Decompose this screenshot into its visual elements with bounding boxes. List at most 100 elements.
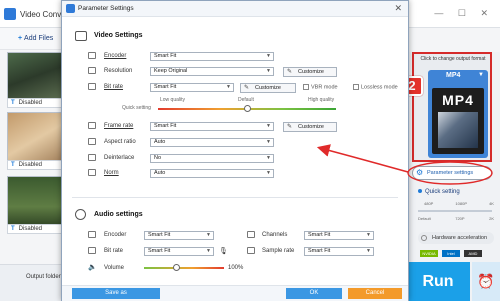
speaker-icon: 🔈: [88, 264, 97, 271]
chevron-down-icon: ▼: [206, 248, 211, 254]
disabled-label: Disabled: [18, 226, 43, 232]
video-encoder-select[interactable]: Smart Fit ▼: [150, 52, 274, 61]
mp4-logo-text: MP4: [442, 92, 474, 108]
chevron-down-icon: ▼: [366, 232, 371, 238]
resolution-select[interactable]: Keep Original ▼: [150, 67, 274, 76]
app-logo-icon: [4, 8, 16, 20]
volume-label: Volume: [104, 265, 125, 271]
subtitle-icon: T: [11, 100, 15, 106]
select-value: Auto: [154, 139, 166, 145]
parameter-settings-dialog: Parameter Settings ✕ Video Settings Enco…: [61, 0, 409, 301]
quality-slider-knob[interactable]: [244, 105, 251, 112]
cancel-button[interactable]: Cancel: [348, 288, 402, 299]
close-icon[interactable]: ✕: [394, 3, 402, 14]
amd-badge: AMD: [464, 250, 482, 257]
chevron-down-icon: ▼: [266, 155, 271, 161]
subtitle-icon: T: [11, 226, 15, 232]
norm-select[interactable]: Auto ▼: [150, 169, 274, 178]
bitrate-icon: [88, 83, 96, 90]
volume-value: 100%: [228, 265, 244, 271]
chevron-down-icon[interactable]: ▼: [478, 72, 484, 78]
output-format-name: MP4: [446, 72, 461, 79]
norm-icon: [88, 169, 96, 176]
chevron-down-icon: ▼: [266, 139, 271, 145]
subtitle-disabled-row[interactable]: T Disabled: [7, 98, 63, 108]
audio-bitrate-icon: [88, 247, 96, 254]
intel-badge: Intel: [442, 250, 460, 257]
dot-icon: [418, 189, 422, 193]
subtitle-disabled-row[interactable]: T Disabled: [7, 160, 63, 170]
deinterlace-select[interactable]: No ▼: [150, 154, 274, 163]
resolution-customize-button[interactable]: ✎ Customize: [283, 67, 337, 77]
quick-setting-label: Quick setting: [122, 105, 151, 111]
sample-rate-icon: [247, 247, 255, 254]
chevron-down-icon: ▼: [266, 170, 271, 176]
qs-label: 4K: [489, 201, 494, 206]
pencil-icon: ✎: [287, 69, 293, 75]
hardware-acceleration-toggle[interactable]: Hardware acceleration: [418, 232, 494, 244]
qs-label: 720P: [455, 216, 465, 221]
sample-rate-select[interactable]: Smart Fit ▼: [304, 247, 374, 256]
select-value: Auto: [154, 170, 166, 176]
audio-encoder-select[interactable]: Smart Fit ▼: [144, 231, 214, 240]
frame-rate-label: Frame rate: [104, 123, 134, 129]
resolution-label: Resolution: [104, 68, 133, 74]
save-as-button[interactable]: Save as: [72, 288, 160, 299]
vbr-mode-label: VBR mode: [311, 84, 338, 91]
audio-encoder-label: Encoder: [104, 232, 127, 238]
window-buttons[interactable]: — ☐ ✕: [434, 8, 494, 19]
dialog-titlebar: Parameter Settings ✕: [62, 1, 408, 17]
chevron-down-icon: ▼: [366, 248, 371, 254]
section-divider: [72, 197, 398, 198]
quick-setting-heading: Quick setting: [418, 189, 460, 195]
volume-slider-knob[interactable]: [172, 264, 180, 271]
audio-bitrate-select[interactable]: Smart Fit ▼: [144, 247, 214, 256]
lossless-mode-checkbox[interactable]: Lossless mode: [353, 84, 398, 90]
alarm-clock-icon[interactable]: ⏰: [472, 262, 500, 301]
gear-icon: ⚙: [416, 168, 424, 177]
frame-rate-select[interactable]: Smart Fit ▼: [150, 122, 274, 131]
aspect-ratio-label: Aspect ratio: [104, 139, 136, 145]
qs-label: Default: [418, 216, 431, 221]
select-value: Smart Fit: [148, 248, 171, 254]
select-value: No: [154, 155, 162, 161]
qs-label: 2K: [489, 216, 494, 221]
channels-select[interactable]: Smart Fit ▼: [304, 231, 374, 240]
qs-label: 1080P: [455, 201, 467, 206]
high-quality-label: High quality: [308, 97, 335, 103]
quick-setting-bottom-labels: Default 720P 2K: [418, 216, 494, 221]
ok-button[interactable]: OK: [286, 288, 342, 299]
disabled-label: Disabled: [18, 100, 43, 106]
aspect-ratio-icon: [88, 138, 96, 145]
microphone-icon: 🎙: [219, 248, 228, 255]
aspect-ratio-select[interactable]: Auto ▼: [150, 138, 274, 147]
deinterlace-icon: [88, 154, 96, 161]
add-files-button[interactable]: + Add Files: [18, 35, 53, 42]
customize-label: Customize: [298, 69, 324, 75]
bitrate-customize-button[interactable]: ✎ Customize: [240, 83, 296, 93]
encoder-icon: [88, 52, 96, 59]
pencil-icon: ✎: [287, 124, 293, 130]
select-value: Smart Fit: [308, 232, 331, 238]
vbr-mode-checkbox[interactable]: VBR mode: [303, 84, 338, 90]
frame-rate-icon: [88, 122, 96, 129]
quick-setting-slider[interactable]: [418, 210, 492, 212]
volume-slider-track[interactable]: [144, 267, 224, 269]
deinterlace-label: Deinterlace: [104, 155, 135, 161]
video-settings-heading: Video Settings: [94, 32, 143, 39]
customize-label: Customize: [255, 85, 281, 91]
video-encoder-label: Encoder: [104, 53, 127, 59]
video-bitrate-select[interactable]: Smart Fit ▼: [150, 83, 234, 92]
channels-icon: [247, 231, 255, 238]
run-button[interactable]: Run: [406, 262, 470, 301]
dialog-title: Parameter Settings: [78, 5, 134, 12]
select-value: Smart Fit: [154, 123, 177, 129]
audio-settings-icon: [75, 209, 86, 220]
parameter-settings-button[interactable]: ⚙ Parameter settings: [412, 166, 492, 180]
frame-rate-customize-button[interactable]: ✎ Customize: [283, 122, 337, 132]
default-quality-label: Default: [238, 97, 254, 103]
select-value: Smart Fit: [154, 53, 177, 59]
chevron-down-icon: ▼: [266, 123, 271, 129]
channels-label: Channels: [262, 232, 288, 238]
subtitle-disabled-row[interactable]: T Disabled: [7, 224, 63, 234]
